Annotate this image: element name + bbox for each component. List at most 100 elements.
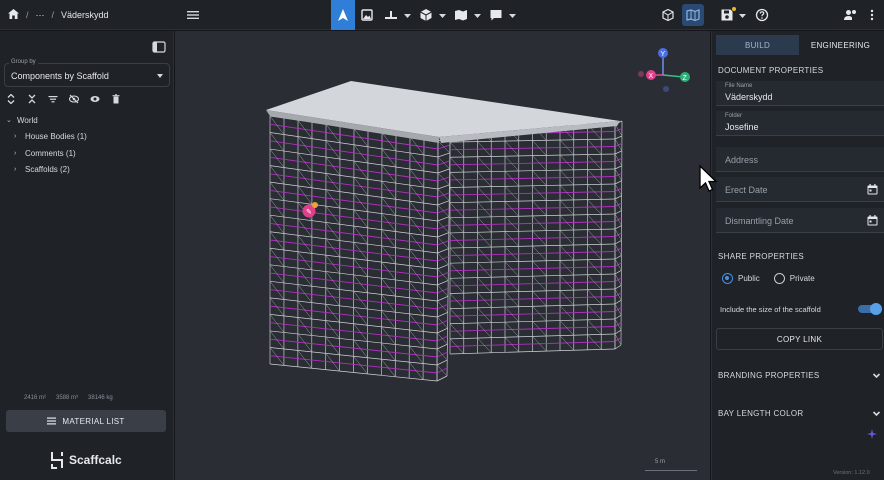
erect-date-field[interactable]: Erect Date: [716, 177, 884, 202]
material-list-button[interactable]: MATERIAL LIST: [6, 410, 166, 432]
scaffold-left[interactable]: [269, 115, 451, 382]
scaffold-brace: [325, 156, 341, 176]
chevron-down-icon: [157, 74, 163, 78]
help-icon[interactable]: [751, 4, 773, 26]
tree-item-house-bodies[interactable]: › House Bodies (1): [6, 129, 87, 146]
sparkle-icon[interactable]: [867, 429, 877, 439]
scaffold-ledger: [614, 329, 622, 335]
tree-item-world[interactable]: ⌄ World: [6, 112, 87, 129]
copy-link-button[interactable]: COPY LINK: [716, 328, 883, 350]
address-field[interactable]: Address: [716, 147, 884, 172]
map-dropdown-icon[interactable]: [473, 0, 481, 30]
level-icon[interactable]: [379, 0, 403, 30]
chevron-down-icon[interactable]: ⌄: [6, 116, 13, 124]
menu-icon[interactable]: [185, 7, 201, 23]
collapse-panel-icon[interactable]: [152, 40, 166, 53]
map-view-icon[interactable]: [682, 4, 704, 26]
scaffold-brace: [353, 323, 368, 342]
chevron-right-icon[interactable]: ›: [14, 133, 21, 140]
scaffold-brace: [409, 184, 424, 204]
calendar-icon[interactable]: [867, 215, 878, 226]
save-icon[interactable]: [716, 4, 738, 26]
user-settings-icon[interactable]: [839, 4, 861, 26]
map-icon[interactable]: [449, 0, 473, 30]
cube-view-icon[interactable]: [657, 4, 679, 26]
home-icon[interactable]: [8, 9, 19, 21]
scaffold-brace: [297, 169, 313, 189]
branding-properties-accordion[interactable]: BRANDING PROPERTIES: [718, 371, 881, 380]
tab-build[interactable]: BUILD: [716, 35, 799, 55]
private-radio[interactable]: [773, 273, 785, 284]
comment-icon[interactable]: [484, 0, 508, 30]
include-size-toggle[interactable]: [858, 303, 882, 315]
breadcrumb-separator: /: [51, 10, 55, 20]
scaffold-brace: [269, 314, 285, 333]
scaffold-brace: [437, 204, 450, 217]
scaffold-brace: [353, 177, 369, 196]
chevron-down-icon[interactable]: [872, 409, 881, 418]
scaffold-brace: [297, 120, 313, 139]
breadcrumb-separator: /: [26, 10, 29, 20]
folder-field[interactable]: Folder Josefine: [716, 111, 884, 136]
scaffold-brace: [325, 353, 340, 372]
expand-all-icon[interactable]: [6, 94, 16, 104]
scaffold-brace: [381, 181, 396, 200]
scaffold-brace: [437, 156, 450, 170]
scaffold-brace: [353, 193, 369, 212]
file-actions: [716, 0, 773, 30]
document-properties-title: DOCUMENT PROPERTIES: [718, 66, 824, 75]
svg-text:✎: ✎: [306, 209, 312, 216]
group-by-select[interactable]: Group by Components by Scaffold: [4, 59, 170, 87]
comment-dropdown-icon[interactable]: [508, 0, 516, 30]
file-name-field[interactable]: File Name Väderskydd: [716, 81, 884, 106]
scaffold-brace: [297, 333, 312, 353]
scaffold-brace: [325, 140, 341, 160]
stat-area: 2416 m²: [24, 395, 47, 401]
scaffold-ledger: [614, 165, 622, 170]
tab-engineering[interactable]: ENGINEERING: [799, 35, 882, 55]
chevron-down-icon[interactable]: [872, 371, 881, 380]
visibility-icon[interactable]: [90, 94, 100, 104]
breadcrumb-ellipsis[interactable]: ···: [36, 10, 45, 20]
visibility-off-icon[interactable]: [69, 94, 79, 104]
bay-length-color-accordion[interactable]: BAY LENGTH COLOR: [718, 409, 881, 418]
scaffold-ledger: [614, 314, 622, 320]
scaffold-ledger: [437, 184, 450, 190]
scaffold-brace: [325, 205, 341, 225]
stat-weight: 38146 kg: [88, 395, 113, 401]
box-dropdown-icon[interactable]: [438, 0, 446, 30]
3d-viewport[interactable]: ✎ Y X Z 5 m: [175, 31, 710, 480]
scaffold-brace: [409, 152, 425, 172]
image-icon[interactable]: [355, 0, 379, 30]
navigate-arrow-icon[interactable]: [331, 0, 355, 30]
scaffold-brace: [614, 258, 622, 271]
scaffold-brace: [269, 297, 285, 317]
scaffold-brace: [381, 197, 396, 216]
chevron-right-icon[interactable]: ›: [14, 166, 21, 173]
app-window: / ··· / Väderskydd Group by Components b…: [0, 0, 884, 480]
scaffold-brace: [437, 220, 449, 233]
filter-list-icon[interactable]: [48, 94, 58, 104]
scaffold-right[interactable]: [449, 120, 623, 355]
public-radio[interactable]: [722, 273, 733, 284]
delete-icon[interactable]: [111, 94, 121, 104]
axis-gizmo[interactable]: Y X Z: [638, 48, 690, 92]
view-toggle-group: [657, 0, 704, 30]
scaffold-brace: [614, 333, 622, 346]
dismantling-date-field[interactable]: Dismantling Date: [716, 208, 884, 233]
scaffold-brace: [437, 268, 449, 281]
breadcrumb-project[interactable]: Väderskydd: [61, 10, 109, 20]
scaffold-brace: [269, 231, 285, 251]
tree-item-comments[interactable]: › Comments (1): [6, 145, 87, 162]
collapse-all-icon[interactable]: [27, 94, 37, 104]
scaffold-brace: [353, 144, 369, 164]
more-vert-icon[interactable]: [861, 4, 883, 26]
tree-item-scaffolds[interactable]: › Scaffolds (2): [6, 162, 87, 179]
chevron-right-icon[interactable]: ›: [14, 150, 21, 157]
save-dropdown-icon[interactable]: [738, 0, 746, 30]
calendar-icon[interactable]: [867, 184, 878, 195]
scaffold-ledger: [437, 327, 448, 334]
level-dropdown-icon[interactable]: [403, 0, 411, 30]
scaffold-scene[interactable]: ✎ Y X Z: [175, 31, 710, 480]
box-icon[interactable]: [414, 0, 438, 30]
